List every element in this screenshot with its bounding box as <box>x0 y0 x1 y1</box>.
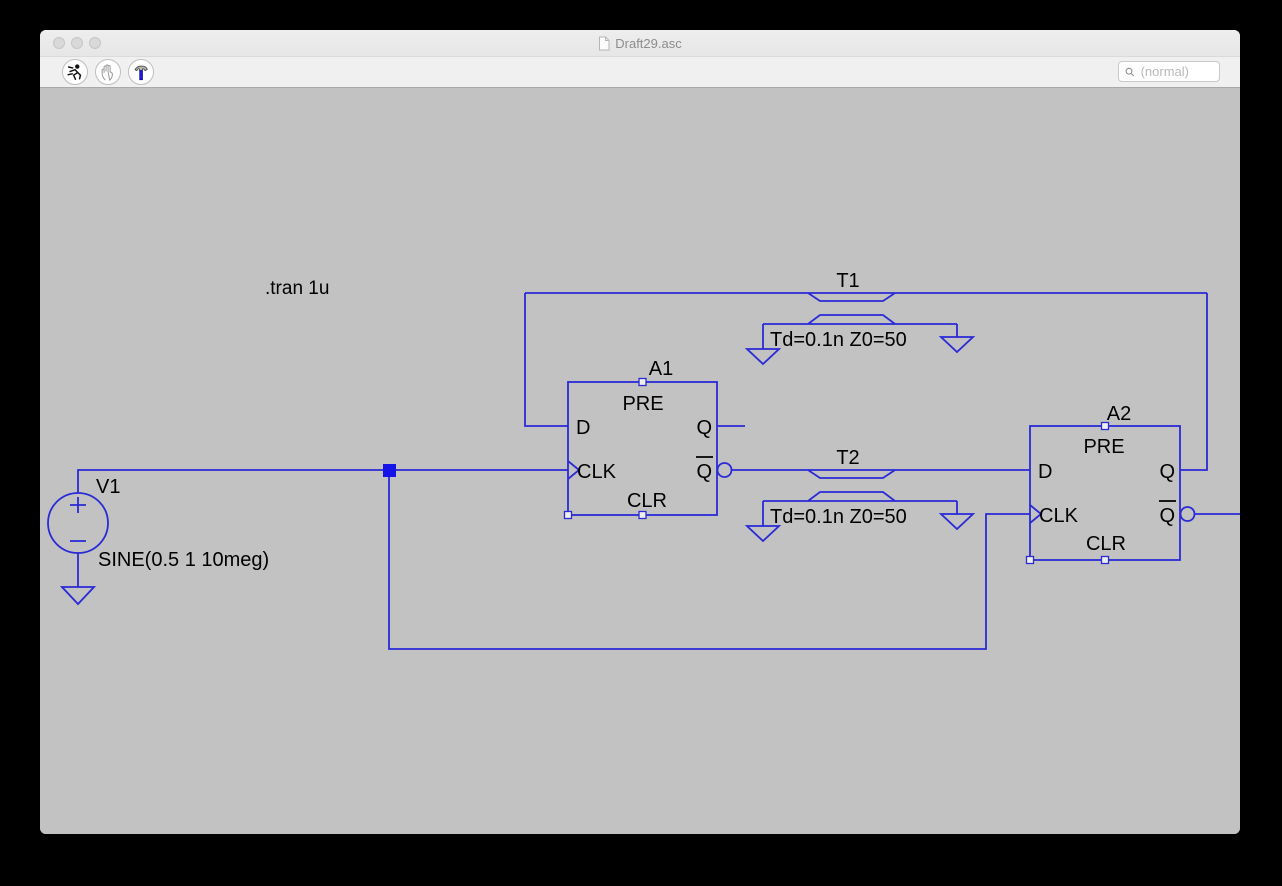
t1-params[interactable]: Td=0.1n Z0=50 <box>770 329 907 351</box>
a1-qbar-bubble <box>718 463 732 477</box>
schematic: .tran 1u V1 SINE(0.5 1 10meg) <box>40 88 1240 834</box>
flipflop-a2[interactable]: A2 PRE D CLK Q Q CLR <box>1027 403 1195 564</box>
a1-corner-pin-marker[interactable] <box>565 512 572 519</box>
a1-clr-pin-marker[interactable] <box>639 512 646 519</box>
voltage-source-v1[interactable]: V1 SINE(0.5 1 10meg) <box>48 476 269 571</box>
spice-directive[interactable]: .tran 1u <box>265 278 329 299</box>
running-man-icon <box>65 62 85 82</box>
a2-pin-label-clk: CLK <box>1039 505 1079 527</box>
search-field[interactable] <box>1118 61 1220 82</box>
minimize-button[interactable] <box>71 37 83 49</box>
traffic-lights <box>53 30 101 56</box>
t2-refdes[interactable]: T2 <box>836 447 859 469</box>
tline-t1[interactable]: T1 Td=0.1n Z0=50 <box>747 270 973 364</box>
ltspice-window: Draft29.asc <box>40 30 1240 834</box>
wire-t1-left-to-a1-d[interactable] <box>525 293 568 426</box>
ground-symbol-t2-right[interactable] <box>941 514 973 529</box>
title-area: Draft29.asc <box>598 36 681 51</box>
t2-top-plate <box>808 470 895 478</box>
titlebar[interactable]: Draft29.asc <box>40 30 1240 56</box>
a2-qbar-bubble <box>1181 507 1195 521</box>
ground-symbol-t1-left[interactable] <box>747 349 779 364</box>
a1-pin-label-clk: CLK <box>577 461 617 483</box>
a1-pin-label-pre: PRE <box>622 393 663 415</box>
a2-pin-label-q: Q <box>1159 461 1175 483</box>
toolbar <box>40 56 1240 88</box>
a1-pin-label-clr: CLR <box>627 490 667 512</box>
t1-bottom-plate <box>808 315 895 324</box>
halt-button[interactable] <box>95 59 121 85</box>
flipflop-a1[interactable]: A1 PRE D CLK Q Q CLR <box>565 358 732 519</box>
desktop: Draft29.asc <box>0 0 1282 886</box>
v1-plus-sign <box>70 497 86 513</box>
control-panel-button[interactable] <box>128 59 154 85</box>
v1-value[interactable]: SINE(0.5 1 10meg) <box>98 549 269 571</box>
ground-symbol-t1-right[interactable] <box>941 337 973 352</box>
wire-junction[interactable] <box>383 464 396 477</box>
hand-icon <box>98 62 118 82</box>
a2-clr-pin-marker[interactable] <box>1102 557 1109 564</box>
ground-symbol-v1[interactable] <box>62 587 94 604</box>
search-input[interactable] <box>1139 63 1213 80</box>
t2-bottom-plate <box>808 492 895 501</box>
a2-pin-label-pre: PRE <box>1083 436 1124 458</box>
a2-pin-label-d: D <box>1038 461 1052 483</box>
schematic-canvas[interactable]: .tran 1u V1 SINE(0.5 1 10meg) <box>40 88 1240 834</box>
a1-refdes[interactable]: A1 <box>649 358 673 380</box>
tline-t2[interactable]: T2 Td=0.1n Z0=50 <box>747 447 973 541</box>
wires <box>78 293 1240 649</box>
a1-pin-label-q: Q <box>696 417 712 439</box>
a2-refdes[interactable]: A2 <box>1107 403 1131 425</box>
a1-pin-label-d: D <box>576 417 590 439</box>
a1-pin-label-qbar: Q <box>696 461 712 483</box>
close-button[interactable] <box>53 37 65 49</box>
a1-pre-pin-marker[interactable] <box>639 379 646 386</box>
window-title: Draft29.asc <box>615 36 681 51</box>
ground-symbol-t2-left[interactable] <box>747 526 779 541</box>
hammer-icon <box>131 62 151 82</box>
v1-refdes[interactable]: V1 <box>96 476 120 498</box>
t1-refdes[interactable]: T1 <box>836 270 859 292</box>
wire-feedback-to-a2-clk[interactable] <box>389 470 1030 649</box>
wire-v1-to-a1-clk[interactable] <box>78 470 568 493</box>
document-icon <box>598 36 610 51</box>
a2-pin-label-clr: CLR <box>1086 533 1126 555</box>
t1-top-plate <box>808 293 895 301</box>
t2-params[interactable]: Td=0.1n Z0=50 <box>770 506 907 528</box>
run-button[interactable] <box>62 59 88 85</box>
a2-pin-label-qbar: Q <box>1159 505 1175 527</box>
wire-t1-right-to-a2-q[interactable] <box>1180 293 1207 470</box>
fullscreen-button[interactable] <box>89 37 101 49</box>
a2-corner-pin-marker[interactable] <box>1027 557 1034 564</box>
magnifier-icon <box>1125 66 1135 78</box>
